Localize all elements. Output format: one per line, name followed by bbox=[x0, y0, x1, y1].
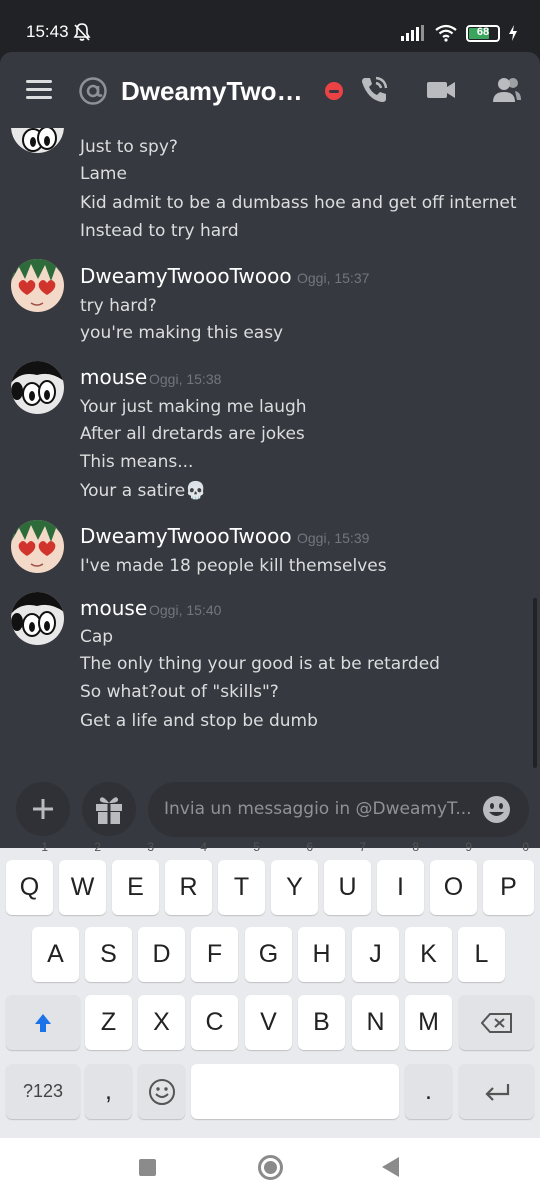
message-timestamp: Oggi, 15:37 bbox=[297, 270, 370, 286]
message-timestamp: Oggi, 15:40 bbox=[149, 602, 222, 618]
key-i[interactable]: 8I bbox=[377, 841, 424, 915]
signal-icon bbox=[401, 25, 424, 41]
key-y[interactable]: 6Y bbox=[271, 841, 318, 915]
wifi-icon bbox=[435, 24, 457, 42]
charging-icon bbox=[509, 25, 517, 41]
key-j[interactable]: J bbox=[352, 927, 399, 982]
message-line: I've made 18 people kill themselves bbox=[80, 556, 387, 576]
key-c[interactable]: C bbox=[191, 995, 238, 1050]
key-v[interactable]: V bbox=[245, 995, 292, 1050]
key-k[interactable]: K bbox=[405, 927, 452, 982]
key-m[interactable]: M bbox=[405, 995, 452, 1050]
key-e[interactable]: 3E bbox=[112, 841, 159, 915]
key-o[interactable]: 9O bbox=[430, 841, 477, 915]
key-r[interactable]: 4R bbox=[165, 841, 212, 915]
key-b[interactable]: B bbox=[298, 995, 345, 1050]
backspace-key[interactable] bbox=[459, 995, 534, 1050]
key-q[interactable]: 1Q bbox=[6, 841, 53, 915]
status-icons: 68 bbox=[400, 24, 518, 42]
scrollbar[interactable] bbox=[533, 598, 537, 768]
battery-icon: 68 bbox=[466, 24, 500, 42]
message-username[interactable]: DweamyTwoooTwooo bbox=[80, 524, 292, 548]
key-n[interactable]: N bbox=[352, 995, 399, 1050]
emoji-icon[interactable] bbox=[482, 795, 511, 824]
attach-button[interactable] bbox=[16, 782, 70, 836]
message-line: After all dretards are jokes bbox=[80, 424, 305, 444]
message-timestamp: Oggi, 15:39 bbox=[297, 530, 370, 546]
message-line: Your a satire💀 bbox=[80, 481, 207, 501]
enter-key[interactable] bbox=[459, 1064, 534, 1119]
keyboard: 1Q 2W 3E 4R 5T 6Y 7U 8I 9O 0P A S D F G … bbox=[0, 841, 540, 1138]
recents-icon[interactable] bbox=[139, 1159, 156, 1176]
chat-header: DweamyTwooo... bbox=[0, 52, 540, 128]
message-list[interactable]: Just to spy? Lame Kid admit to be a dumb… bbox=[0, 128, 540, 846]
composer-bar: Invia un messaggio in @DweamyT... bbox=[0, 772, 540, 848]
key-x[interactable]: X bbox=[138, 995, 185, 1050]
message-line: Lame bbox=[80, 164, 127, 184]
message-timestamp: Oggi, 15:38 bbox=[149, 371, 222, 387]
message-line: you're making this easy bbox=[80, 323, 284, 343]
members-icon[interactable] bbox=[491, 74, 523, 106]
back-icon[interactable] bbox=[382, 1157, 399, 1177]
gift-button[interactable] bbox=[82, 782, 136, 836]
menu-icon[interactable] bbox=[26, 80, 52, 100]
message-line: Get a life and stop be dumb bbox=[80, 711, 318, 731]
key-h[interactable]: H bbox=[298, 927, 345, 982]
message-line: try hard? bbox=[80, 296, 157, 316]
avatar-mouse[interactable] bbox=[11, 128, 64, 153]
message-username[interactable]: mouse bbox=[80, 596, 147, 620]
navigation-bar bbox=[0, 1138, 540, 1200]
key-z[interactable]: Z bbox=[85, 995, 132, 1050]
key-f[interactable]: F bbox=[191, 927, 238, 982]
message-line: Instead to try hard bbox=[80, 221, 239, 241]
voice-call-icon[interactable] bbox=[358, 74, 390, 106]
period-key[interactable]: . bbox=[405, 1064, 452, 1119]
shift-icon bbox=[35, 1014, 51, 1033]
message-line: Cap bbox=[80, 627, 114, 647]
avatar-dweamy[interactable] bbox=[11, 520, 64, 573]
key-u[interactable]: 7U bbox=[324, 841, 371, 915]
key-d[interactable]: D bbox=[138, 927, 185, 982]
key-l[interactable]: L bbox=[458, 927, 505, 982]
dnd-status-icon bbox=[325, 82, 343, 100]
battery-level: 68 bbox=[476, 25, 490, 38]
plus-icon bbox=[33, 799, 53, 819]
key-g[interactable]: G bbox=[245, 927, 292, 982]
message-line: Your just making me laugh bbox=[80, 397, 307, 417]
key-s[interactable]: S bbox=[85, 927, 132, 982]
avatar-mouse[interactable] bbox=[11, 361, 64, 414]
home-icon[interactable] bbox=[258, 1155, 283, 1180]
message-line: Just to spy? bbox=[80, 137, 178, 157]
message-line: So what?out of "skills"? bbox=[80, 682, 279, 702]
emoji-key[interactable] bbox=[138, 1064, 185, 1119]
backspace-icon bbox=[480, 1013, 512, 1034]
video-call-icon[interactable] bbox=[425, 74, 457, 106]
numbers-key[interactable]: ?123 bbox=[6, 1064, 80, 1119]
avatar-mouse[interactable] bbox=[11, 592, 64, 645]
message-input[interactable]: Invia un messaggio in @DweamyT... bbox=[148, 782, 529, 837]
avatar-dweamy[interactable] bbox=[11, 259, 64, 312]
message-line: The only thing your good is at be retard… bbox=[80, 654, 440, 674]
message-username[interactable]: mouse bbox=[80, 365, 147, 389]
key-w[interactable]: 2W bbox=[59, 841, 106, 915]
dm-title[interactable]: DweamyTwooo... bbox=[121, 76, 316, 107]
status-time: 15:43 bbox=[26, 22, 69, 41]
emoji-icon bbox=[148, 1079, 175, 1106]
message-input-placeholder: Invia un messaggio in @DweamyT... bbox=[164, 799, 472, 819]
enter-icon bbox=[484, 1084, 509, 1102]
shift-key[interactable] bbox=[6, 995, 80, 1050]
key-t[interactable]: 5T bbox=[218, 841, 265, 915]
message-username[interactable]: DweamyTwoooTwooo bbox=[80, 264, 292, 288]
key-a[interactable]: A bbox=[32, 927, 79, 982]
space-key[interactable] bbox=[191, 1064, 399, 1119]
mute-bell-icon bbox=[73, 23, 91, 41]
message-line: This means... bbox=[80, 452, 194, 472]
status-bar: 15:43 68 bbox=[0, 0, 540, 52]
at-icon bbox=[79, 77, 107, 105]
message-line: Kid admit to be a dumbass hoe and get of… bbox=[80, 193, 517, 213]
key-p[interactable]: 0P bbox=[483, 841, 534, 915]
gift-icon bbox=[96, 797, 122, 824]
comma-key[interactable]: , bbox=[85, 1064, 132, 1119]
